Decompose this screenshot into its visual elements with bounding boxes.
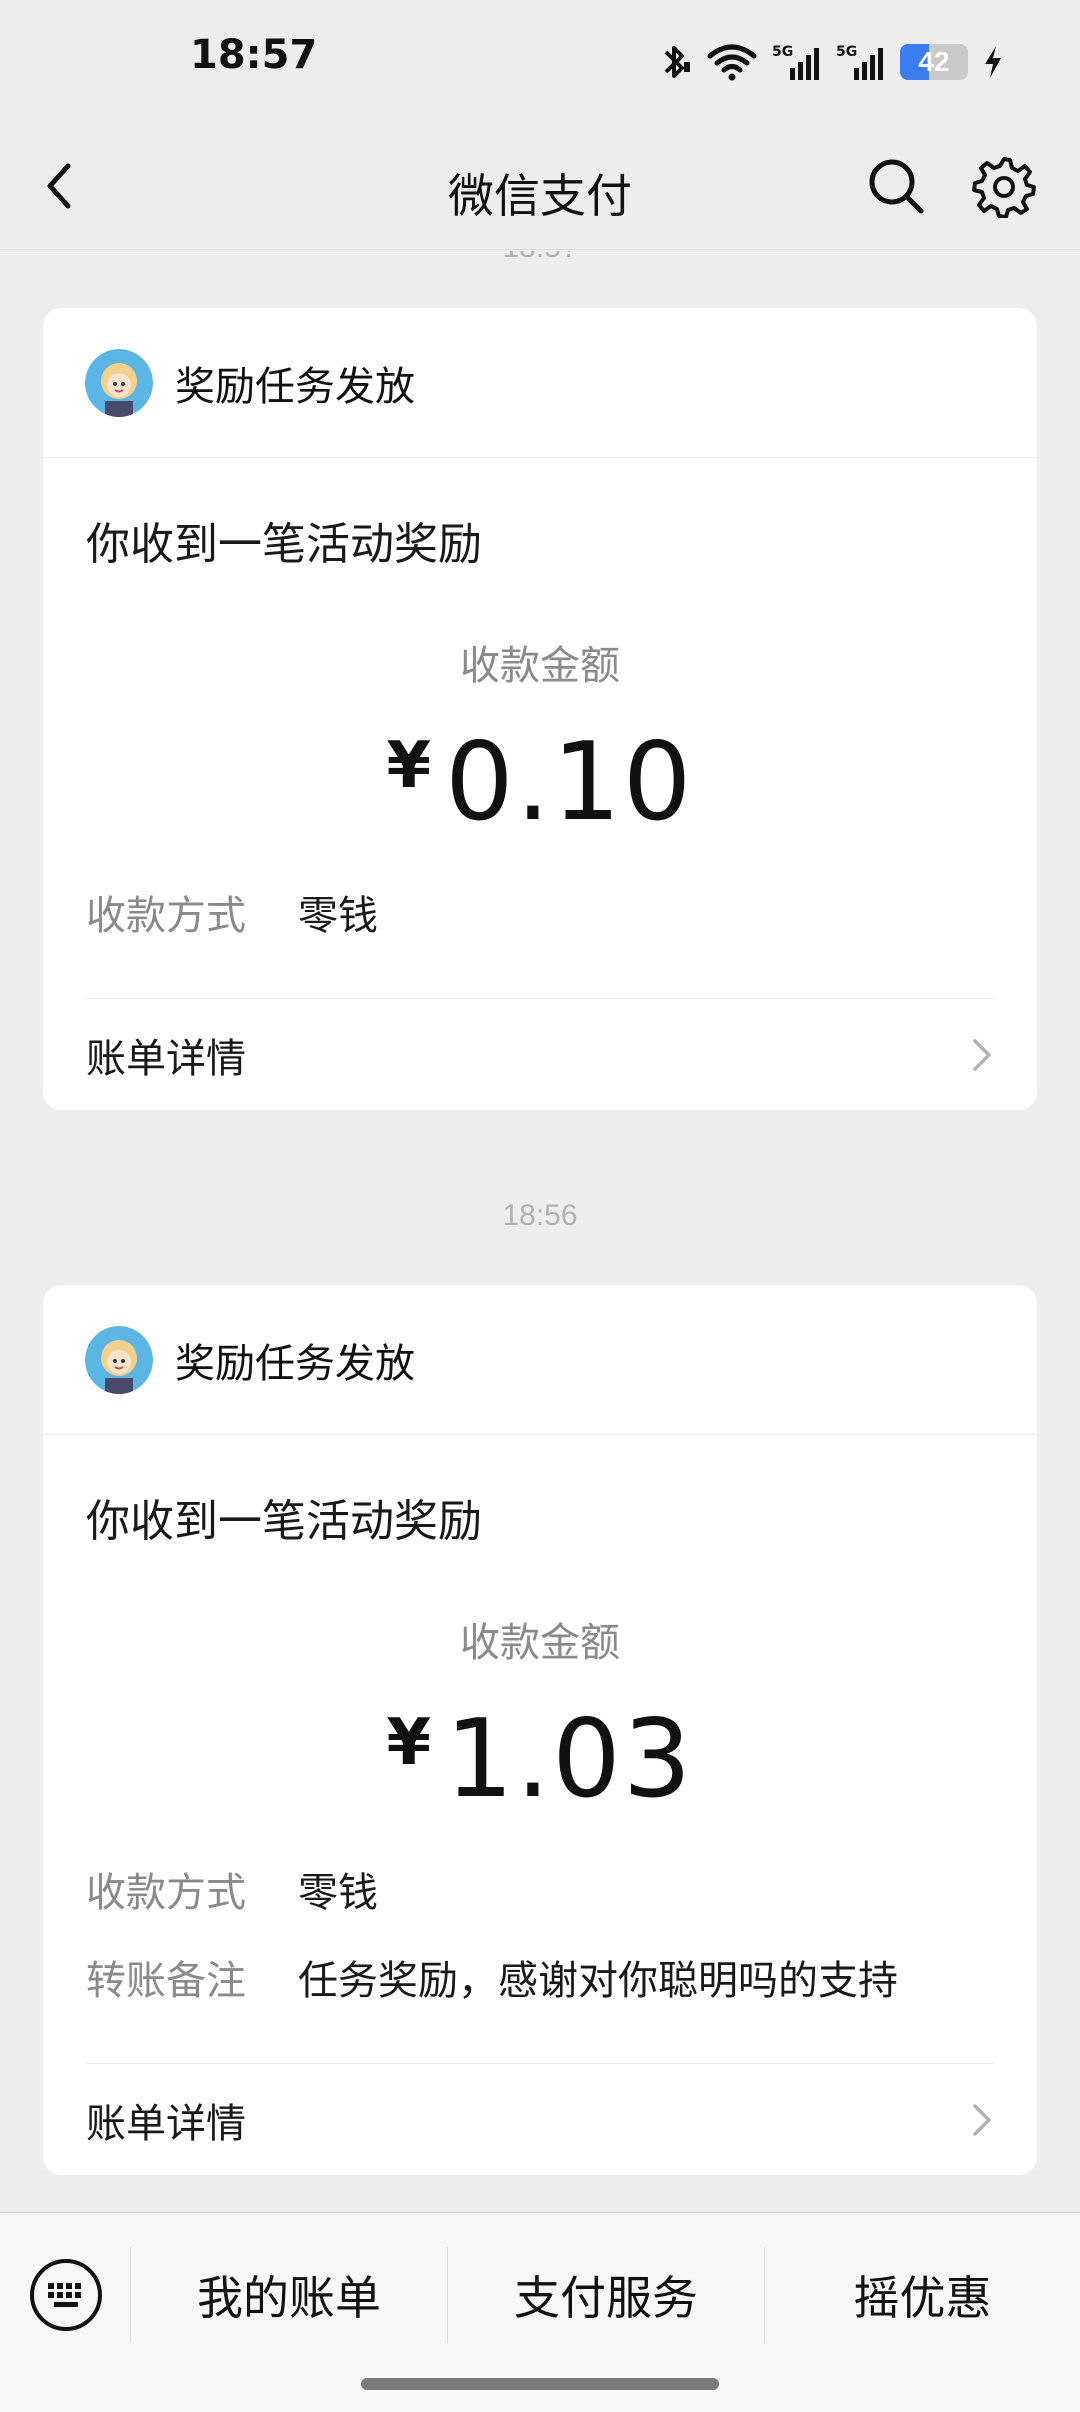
- message-title: 你收到一笔活动奖励: [86, 1497, 482, 1546]
- source-name: 奖励任务发放: [175, 364, 415, 409]
- payment-card[interactable]: 奖励任务发放 你收到一笔活动奖励 收款金额 ¥1.03 收款方式 零钱 转账备注…: [43, 1285, 1037, 2175]
- source-name: 奖励任务发放: [175, 1341, 415, 1386]
- detail-key: 转账备注: [86, 1959, 246, 2003]
- battery-icon: 42: [900, 44, 968, 80]
- chevron-right-icon: [973, 1038, 991, 1071]
- battery-level: 42: [918, 46, 950, 77]
- home-indicator[interactable]: [361, 2378, 719, 2390]
- svg-text:5G: 5G: [772, 44, 793, 60]
- message-title: 你收到一笔活动奖励: [86, 520, 482, 569]
- menu-payment-services[interactable]: 支付服务: [448, 2245, 764, 2345]
- bill-details-label: 账单详情: [86, 2101, 246, 2146]
- amount-value: 1.03: [445, 1697, 694, 1822]
- card-header: 奖励任务发放: [43, 308, 1037, 458]
- timestamp: 18:56: [502, 1199, 578, 1232]
- charging-icon: [985, 46, 1001, 78]
- gear-icon[interactable]: [972, 154, 1036, 218]
- chevron-right-icon: [973, 2103, 991, 2136]
- currency-symbol: ¥: [386, 1706, 432, 1780]
- signal-5g-icon: 5G: [772, 44, 819, 80]
- menu-shake-deals[interactable]: 摇优惠: [765, 2245, 1080, 2345]
- amount: ¥0.10: [43, 720, 1037, 845]
- svg-text:5G: 5G: [836, 44, 857, 60]
- wifi-icon: [707, 44, 757, 81]
- amount-label: 收款金额: [460, 1621, 620, 1665]
- currency-symbol: ¥: [386, 729, 432, 803]
- search-icon[interactable]: [866, 156, 926, 216]
- status-time: 18:57: [190, 32, 318, 78]
- detail-value: 任务奖励，感谢对你聪明吗的支持: [298, 1959, 898, 2003]
- menu-my-bills[interactable]: 我的账单: [131, 2245, 447, 2345]
- detail-key: 收款方式: [86, 1871, 246, 1915]
- amount-value: 0.10: [445, 720, 694, 845]
- detail-value: 零钱: [298, 894, 378, 938]
- amount-label: 收款金额: [460, 644, 620, 688]
- bill-details-row[interactable]: 账单详情: [86, 998, 994, 1110]
- nav-bar: 微信支付: [0, 120, 1080, 250]
- message-list[interactable]: 18:5? 奖励任务发放 你收到一笔活动奖励 收款金额 ¥0.10: [0, 251, 1080, 2211]
- detail-row: 收款方式 零钱: [86, 1860, 378, 1918]
- detail-row: 收款方式 零钱: [86, 883, 378, 941]
- avatar: [85, 348, 153, 417]
- keyboard-icon[interactable]: [28, 2257, 104, 2333]
- card-header: 奖励任务发放: [43, 1285, 1037, 1435]
- status-bar: 18:57 5G 5G 42: [0, 0, 1080, 120]
- bill-details-row[interactable]: 账单详情: [86, 2063, 994, 2175]
- detail-row: 转账备注 任务奖励，感谢对你聪明吗的支持: [86, 1948, 898, 2006]
- bill-details-label: 账单详情: [86, 1036, 246, 1081]
- timestamp: 18:5?: [0, 251, 1080, 265]
- signal-5g-icon: 5G: [836, 44, 883, 80]
- amount: ¥1.03: [43, 1697, 1037, 1822]
- avatar: [85, 1325, 153, 1394]
- status-icons: 5G 5G 42: [658, 38, 1004, 86]
- bluetooth-icon: [664, 46, 690, 78]
- detail-key: 收款方式: [86, 894, 246, 938]
- detail-value: 零钱: [298, 1871, 378, 1915]
- payment-card[interactable]: 奖励任务发放 你收到一笔活动奖励 收款金额 ¥0.10 收款方式 零钱 账单详情: [43, 308, 1037, 1110]
